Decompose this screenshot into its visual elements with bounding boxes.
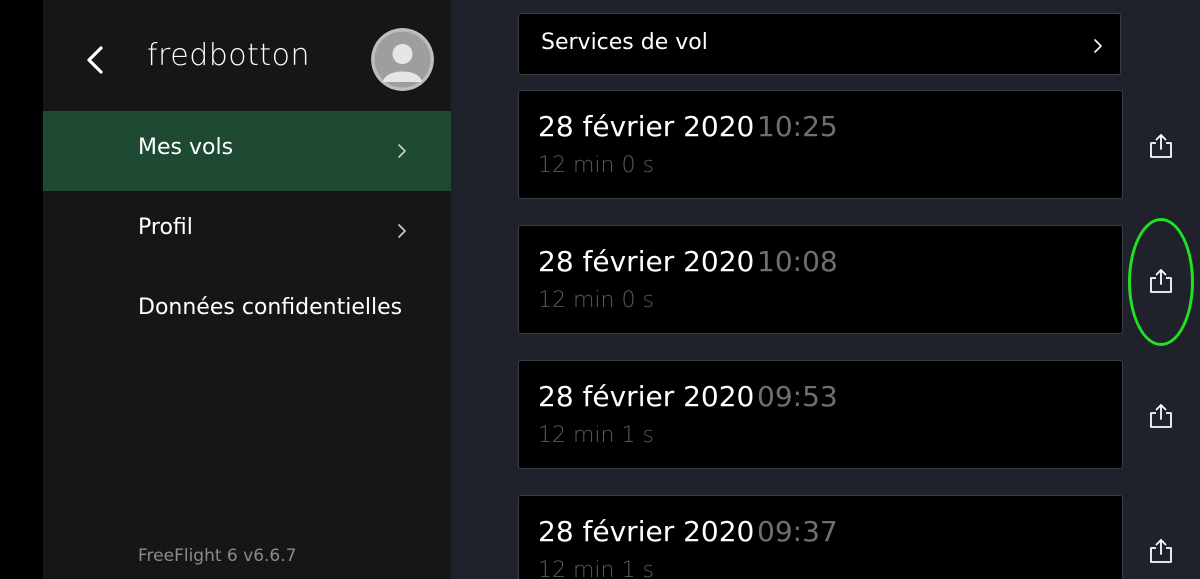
flight-card[interactable]: 28 février 2020 09:53 12 min 1 s <box>518 360 1123 469</box>
share-button[interactable] <box>1146 401 1176 431</box>
flight-time: 09:53 <box>757 380 838 413</box>
flight-card[interactable]: 28 février 2020 10:08 12 min 0 s <box>518 225 1123 334</box>
sidebar-item-label: Profil <box>138 215 193 240</box>
services-label: Services de vol <box>541 30 708 55</box>
flight-services-button[interactable]: Services de vol <box>518 13 1121 75</box>
flight-duration: 12 min 1 s <box>538 558 654 579</box>
sidebar-item-label: Mes vols <box>138 135 234 160</box>
chevron-right-icon <box>1093 38 1103 54</box>
flight-time: 09:37 <box>757 515 838 548</box>
flight-duration: 12 min 0 s <box>538 288 654 313</box>
left-edge-bar <box>0 0 43 579</box>
flight-duration: 12 min 0 s <box>538 153 654 178</box>
chevron-left-icon <box>87 46 103 74</box>
flight-date: 28 février 2020 <box>538 515 755 548</box>
flight-date: 28 février 2020 <box>538 380 755 413</box>
sidebar-item-label: Données confidentielles <box>138 295 403 320</box>
app-version: FreeFlight 6 v6.6.7 <box>138 546 297 566</box>
flight-date: 28 février 2020 <box>538 110 755 143</box>
share-button[interactable] <box>1146 266 1176 296</box>
share-icon <box>1150 539 1172 563</box>
back-button[interactable] <box>80 42 112 78</box>
flight-card[interactable]: 28 février 2020 10:25 12 min 0 s <box>518 90 1123 199</box>
share-icon <box>1150 404 1172 428</box>
sidebar-item-mes-vols[interactable]: Mes vols <box>43 111 451 191</box>
share-button[interactable] <box>1146 536 1176 566</box>
flight-time: 10:25 <box>757 110 838 143</box>
flight-time: 10:08 <box>757 245 838 278</box>
app-window: fredbotton Mes vols Profil Données confi… <box>0 0 1200 579</box>
avatar[interactable] <box>371 28 434 91</box>
share-icon <box>1150 269 1172 293</box>
share-button[interactable] <box>1146 131 1176 161</box>
flight-card[interactable]: 28 février 2020 09:37 12 min 1 s <box>518 495 1123 579</box>
chevron-right-icon <box>397 143 407 159</box>
sidebar-item-donnees-confidentielles[interactable]: Données confidentielles <box>43 271 451 351</box>
flight-duration: 12 min 1 s <box>538 423 654 448</box>
sidebar-item-profil[interactable]: Profil <box>43 191 451 271</box>
share-icon <box>1150 134 1172 158</box>
flight-date: 28 février 2020 <box>538 245 755 278</box>
user-avatar-icon <box>371 28 434 91</box>
username: fredbotton <box>147 38 311 73</box>
chevron-right-icon <box>397 223 407 239</box>
